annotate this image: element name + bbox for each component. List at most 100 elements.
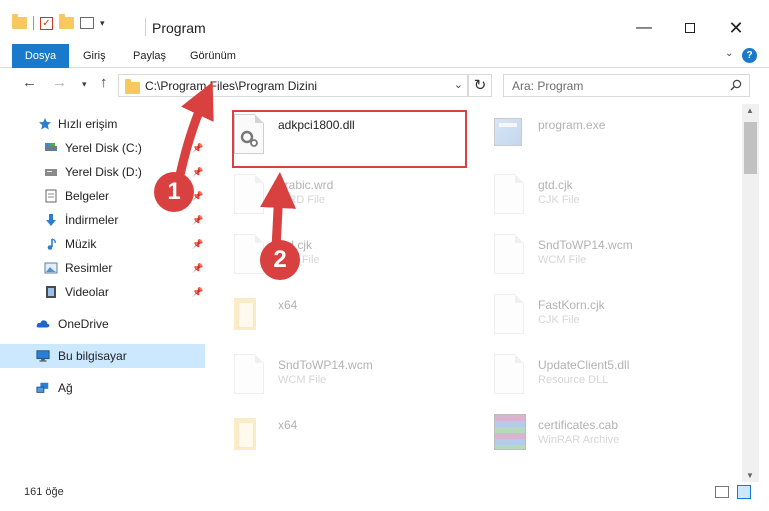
drive-icon	[45, 143, 57, 151]
pin-icon[interactable]: 📌	[192, 167, 203, 178]
sidebar-item-label: Ağ	[58, 381, 73, 395]
scroll-thumb[interactable]	[744, 122, 757, 174]
file-name: FastKorn.cjk	[538, 298, 605, 312]
pin-icon[interactable]: 📌	[192, 143, 203, 154]
file-icon	[234, 174, 264, 214]
divider	[33, 16, 34, 30]
back-arrow-icon[interactable]: ←	[22, 74, 37, 91]
window-title: Program	[152, 20, 206, 36]
exe-icon	[494, 118, 522, 146]
folder-icon	[234, 418, 256, 450]
address-bar[interactable]: C:\Program Files\Program Dizini ⌄	[118, 74, 468, 97]
dll-icon	[494, 354, 524, 394]
pin-icon[interactable]: 📌	[192, 239, 203, 250]
download-icon	[46, 214, 56, 226]
quick-access-toolbar: ✓ ▾	[12, 14, 105, 30]
folder-item[interactable]: x64	[210, 408, 450, 464]
properties-icon[interactable]	[80, 17, 94, 29]
status-bar: 161 öğe	[0, 482, 769, 504]
highlight-box	[232, 110, 467, 168]
file-item-program-exe[interactable]: program.exe	[470, 108, 710, 164]
file-name: x64	[278, 298, 298, 312]
file-item[interactable]: certificates.cab WinRAR Archive	[470, 408, 710, 464]
tab-view[interactable]: Görünüm	[190, 44, 236, 68]
sidebar-item-label: Bu bilgisayar	[58, 349, 127, 363]
star-icon	[39, 118, 51, 130]
sidebar-item-label: Resimler	[65, 261, 113, 275]
tab-file[interactable]: Dosya	[12, 44, 69, 68]
sidebar-item-label: İndirmeler	[65, 213, 119, 227]
new-folder-icon[interactable]	[59, 14, 74, 29]
expand-ribbon-chevron-icon[interactable]: ⌄	[725, 48, 733, 59]
title-bar: ✓ ▾ Program — ✕	[0, 0, 769, 44]
details-view-icon[interactable]	[715, 486, 729, 498]
close-icon: ✕	[728, 17, 744, 38]
file-type: WinRAR Archive	[538, 434, 620, 446]
item-count: 161 öğe	[24, 486, 64, 498]
file-icon	[234, 234, 264, 274]
file-name: SndToWP14.wcm	[538, 238, 633, 252]
scroll-up-arrow-icon[interactable]: ▲	[746, 106, 754, 115]
pin-icon[interactable]: 📌	[192, 215, 203, 226]
close-button[interactable]: ✕	[716, 14, 756, 42]
file-name: x64	[278, 418, 298, 432]
refresh-button[interactable]: ↻	[468, 74, 492, 97]
file-item[interactable]: std.cjk CJK File	[210, 228, 450, 284]
video-icon	[46, 286, 56, 298]
tab-share[interactable]: Paylaş	[133, 44, 166, 68]
music-icon	[47, 238, 56, 250]
sidebar-item-pictures[interactable]: Resimler 📌	[0, 256, 205, 280]
maximize-button[interactable]	[670, 14, 710, 42]
search-input[interactable]: Ara: Program	[503, 74, 750, 97]
customize-toolbar-chevron-icon[interactable]: ▾	[100, 18, 105, 29]
tab-home[interactable]: Giriş	[83, 44, 106, 68]
file-name: SndToWP14.wcm	[278, 358, 373, 372]
file-item[interactable]: UpdateClient5.dll Resource DLL	[470, 348, 710, 404]
file-item[interactable]: FastKorn.cjk CJK File	[470, 288, 710, 344]
pictures-icon	[44, 262, 58, 274]
file-name: UpdateClient5.dll	[538, 358, 630, 372]
archive-icon	[494, 414, 526, 450]
pin-icon[interactable]: 📌	[192, 287, 203, 298]
ribbon-tabs: Dosya Giriş Paylaş Görünüm ⌄ ?	[0, 44, 769, 68]
file-icon	[234, 354, 264, 394]
folder-icon	[125, 79, 140, 94]
file-type: Resource DLL	[538, 374, 609, 386]
navigation-bar: ← → ▾ ↑ C:\Program Files\Program Dizini …	[0, 68, 769, 104]
address-path[interactable]: C:\Program Files\Program Dizini	[145, 79, 317, 93]
file-type: CJK File	[538, 314, 580, 326]
step-badge-2: 2	[260, 240, 300, 280]
divider	[145, 18, 146, 36]
documents-icon	[45, 189, 57, 203]
pin-icon[interactable]: 📌	[192, 263, 203, 274]
folder-item[interactable]: x64	[210, 288, 450, 344]
sidebar-item-quick-access[interactable]: Hızlı erişim	[0, 112, 205, 136]
sidebar-item-music[interactable]: Müzik 📌	[0, 232, 205, 256]
scroll-down-arrow-icon[interactable]: ▼	[746, 471, 754, 480]
help-icon[interactable]: ?	[742, 48, 757, 63]
file-icon	[494, 174, 524, 214]
sidebar-item-label: Videolar	[65, 285, 109, 299]
up-arrow-icon[interactable]: ↑	[100, 74, 108, 91]
large-icons-view-icon[interactable]	[737, 485, 751, 499]
recent-locations-chevron-icon[interactable]: ▾	[82, 79, 87, 90]
file-item[interactable]: SndToWP14.wcm WCM File	[210, 348, 450, 404]
address-dropdown-chevron-icon[interactable]: ⌄	[454, 78, 463, 91]
minimize-button[interactable]: —	[624, 14, 664, 42]
file-item[interactable]: arabic.wrd WRD File	[210, 168, 450, 224]
vertical-scrollbar[interactable]: ▲ ▼	[742, 104, 759, 482]
maximize-icon	[685, 23, 695, 33]
forward-arrow-icon[interactable]: →	[52, 74, 67, 91]
sidebar-item-network[interactable]: Ağ	[0, 376, 205, 400]
computer-icon	[36, 350, 50, 362]
sidebar-item-videos[interactable]: Videolar 📌	[0, 280, 205, 304]
sidebar-item-drive-c[interactable]: Yerel Disk (C:) 📌	[0, 136, 205, 160]
minimize-icon: —	[636, 19, 652, 36]
properties-check-icon[interactable]: ✓	[40, 16, 53, 30]
file-item[interactable]: gtd.cjk CJK File	[470, 168, 710, 224]
network-icon	[36, 382, 49, 393]
sidebar-item-this-pc[interactable]: Bu bilgisayar	[0, 344, 205, 368]
search-placeholder: Ara: Program	[512, 79, 584, 93]
sidebar-item-onedrive[interactable]: OneDrive	[0, 312, 205, 336]
file-item[interactable]: SndToWP14.wcm WCM File	[470, 228, 710, 284]
